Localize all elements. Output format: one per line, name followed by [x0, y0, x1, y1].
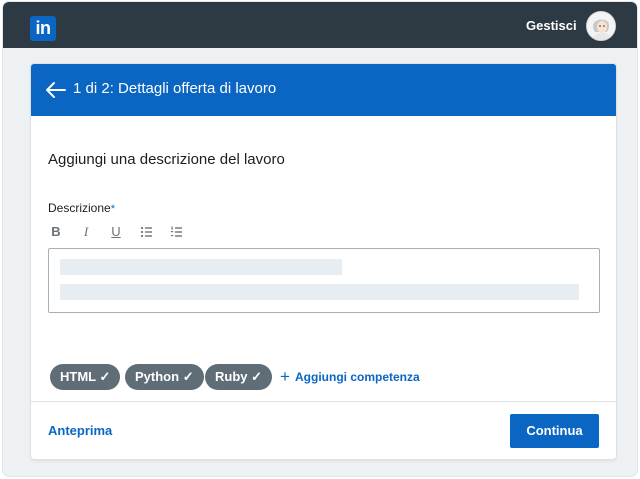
page-title: 1 di 2: Dettagli offerta di lavoro — [73, 80, 277, 97]
add-skill-label: Aggiungi competenza — [295, 370, 420, 384]
skill-chip-ruby[interactable]: Ruby ✓ — [205, 364, 273, 390]
description-label-text: Descrizione — [48, 201, 111, 215]
avatar[interactable] — [586, 11, 616, 41]
underline-icon[interactable]: U — [108, 224, 124, 240]
arrow-left-icon[interactable] — [45, 81, 67, 99]
preview-link[interactable]: Anteprima — [48, 423, 112, 438]
italic-icon[interactable]: I — [78, 224, 94, 240]
section-title: Aggiungi una descrizione del lavoro — [48, 151, 285, 168]
top-nav-bar: in Gestisci — [3, 2, 637, 48]
bullet-list-icon[interactable] — [139, 224, 155, 240]
description-editor[interactable] — [48, 248, 600, 313]
app-window: in Gestisci 1 di 2: Dettagli offerta di … — [3, 2, 637, 476]
add-skill-button[interactable]: + Aggiungi competenza — [280, 364, 420, 390]
numbered-list-icon[interactable] — [169, 224, 185, 240]
skill-chip-label: Ruby — [215, 369, 248, 384]
user-avatar-icon — [587, 12, 615, 40]
required-marker: * — [110, 203, 115, 215]
card-header: 1 di 2: Dettagli offerta di lavoro — [31, 64, 616, 116]
placeholder-line — [60, 259, 342, 275]
check-icon: ✓ — [251, 369, 263, 384]
check-icon: ✓ — [99, 369, 111, 384]
description-label: Descrizione* — [48, 201, 115, 215]
footer-divider — [31, 401, 616, 402]
skill-chip-python[interactable]: Python ✓ — [125, 364, 204, 390]
check-icon: ✓ — [182, 369, 194, 384]
skill-chip-label: HTML — [60, 369, 96, 384]
bold-icon[interactable]: B — [48, 224, 64, 240]
skill-chip-html[interactable]: HTML ✓ — [50, 364, 121, 390]
skill-chip-label: Python — [135, 369, 180, 384]
job-details-card: 1 di 2: Dettagli offerta di lavoro Aggiu… — [31, 64, 616, 459]
continue-button[interactable]: Continua — [510, 414, 599, 448]
placeholder-line — [60, 284, 579, 300]
linkedin-logo[interactable]: in — [30, 16, 56, 41]
plus-icon: + — [280, 367, 290, 386]
manage-menu[interactable]: Gestisci — [526, 18, 577, 33]
